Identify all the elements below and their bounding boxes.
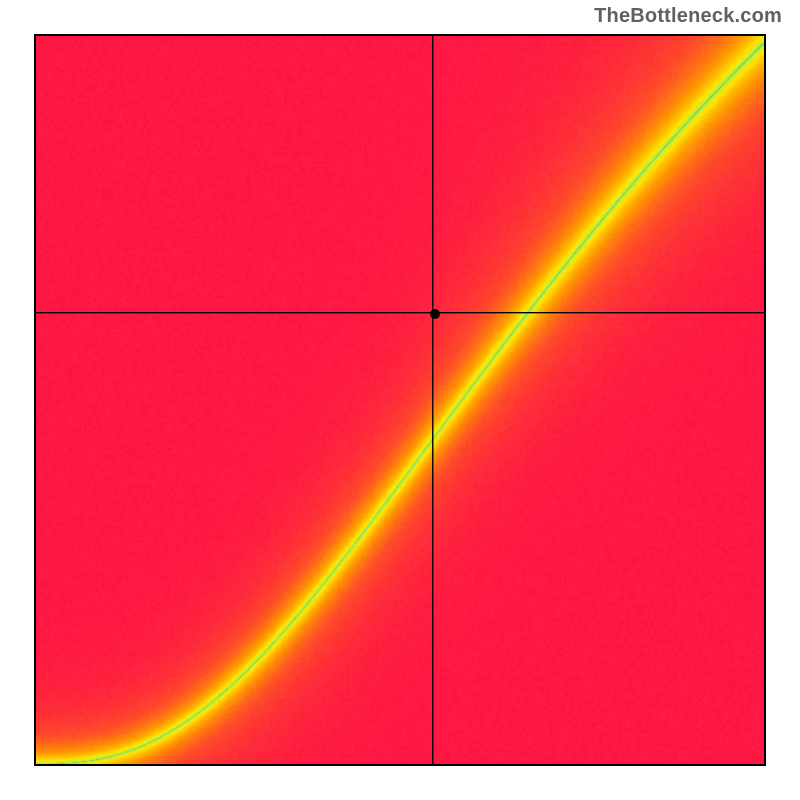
heatmap-plot-area — [34, 34, 766, 766]
watermark-text: TheBottleneck.com — [594, 5, 782, 28]
chart-frame: TheBottleneck.com — [0, 0, 800, 800]
heatmap-canvas — [36, 36, 764, 764]
